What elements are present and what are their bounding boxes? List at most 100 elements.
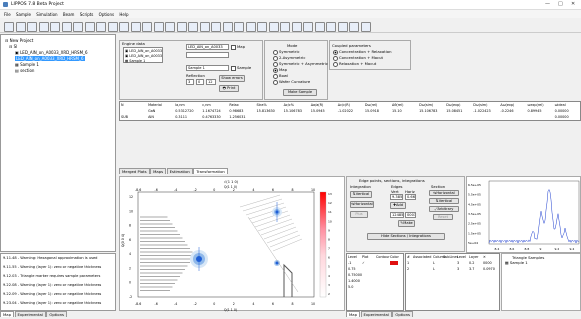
- radio-icon[interactable]: [333, 49, 338, 55]
- table-cell[interactable]: 5.0: [348, 285, 353, 289]
- table-cell[interactable]: -1.022423: [473, 109, 490, 113]
- file-item[interactable]: ▣ LED_AlN_on_A0033: [125, 49, 162, 53]
- mode-option[interactable]: Symmetric + Asymmetric: [273, 61, 328, 67]
- vert-input[interactable]: 9.385: [390, 194, 403, 200]
- file-list[interactable]: ▣ LED_AlN_on_A0033 ▣ LED_AlN_on_A0033 ▦ …: [123, 47, 163, 63]
- mode-option[interactable]: Bowl: [273, 73, 288, 79]
- open-icon[interactable]: [15, 22, 26, 32]
- table-cell[interactable]: ✓: [362, 261, 365, 265]
- table-cell[interactable]: 0.00000: [555, 115, 569, 119]
- radio-icon[interactable]: [273, 49, 278, 55]
- column-header[interactable]: Level: [457, 255, 466, 259]
- table-cell[interactable]: 15.106783: [284, 109, 302, 113]
- info-icon[interactable]: [349, 22, 359, 32]
- table-cell[interactable]: -1.02022: [338, 109, 353, 113]
- radio-icon[interactable]: [273, 73, 278, 79]
- radio-icon[interactable]: [273, 79, 278, 85]
- horizontal-section-button[interactable]: ⇆Horizontal: [429, 190, 459, 196]
- show-errors-button[interactable]: Show errors: [219, 75, 245, 82]
- table-cell[interactable]: SUB: [121, 115, 128, 119]
- hide-sections-button[interactable]: Hide Sections / Integrations: [367, 233, 445, 240]
- coupled-option[interactable]: Relaxation + Mocut: [333, 61, 376, 67]
- plus-button[interactable]: Plus: [350, 211, 368, 218]
- menu-help[interactable]: Help: [119, 12, 128, 17]
- copy-icon[interactable]: [61, 22, 72, 32]
- sample-checkbox[interactable]: Sample: [231, 65, 251, 71]
- table-cell[interactable]: 1.4000: [348, 279, 360, 283]
- column-header[interactable]: Δc/c%: [284, 103, 294, 107]
- table-cell[interactable]: 0.00000: [555, 109, 569, 113]
- table-cell[interactable]: 0.98683: [229, 109, 243, 113]
- table-cell[interactable]: 0.3111: [175, 115, 187, 119]
- save-icon[interactable]: [27, 22, 37, 32]
- table-cell[interactable]: 15.0918: [365, 109, 379, 113]
- table-cell[interactable]: 3.7: [469, 267, 474, 271]
- redo-icon[interactable]: [107, 22, 118, 32]
- column-header[interactable]: Plot: [362, 255, 368, 259]
- tab-experimental[interactable]: Experimental: [360, 311, 392, 317]
- menu-file[interactable]: File: [4, 12, 11, 17]
- radio-icon[interactable]: [273, 55, 278, 61]
- column-header[interactable]: la,nm: [175, 103, 185, 107]
- column-header[interactable]: Color: [390, 255, 399, 259]
- sim-icon[interactable]: [188, 22, 198, 32]
- column-header[interactable]: Dω(sim): [419, 103, 433, 107]
- make-sample-button[interactable]: Make Sample: [283, 89, 317, 96]
- tab-options[interactable]: Options: [46, 311, 67, 317]
- tree-item[interactable]: ▤ section: [15, 68, 34, 73]
- table-cell[interactable]: 0.4763330: [202, 115, 220, 119]
- column-header[interactable]: Level: [348, 255, 357, 259]
- reflection-k[interactable]: 0: [196, 79, 204, 85]
- file-item[interactable]: ▦ Sample 1: [125, 59, 145, 63]
- cut-icon[interactable]: [73, 22, 83, 32]
- table-cell[interactable]: 0000: [483, 261, 492, 265]
- color-swatch[interactable]: [390, 261, 398, 265]
- table-cell[interactable]: 1.1674724: [202, 109, 220, 113]
- add-button[interactable]: ✚Add: [390, 202, 406, 209]
- tab-map[interactable]: Map: [346, 311, 361, 317]
- tab-merged-plots[interactable]: Merged Plots: [119, 168, 150, 174]
- settings-icon[interactable]: [211, 22, 221, 32]
- mode-option[interactable]: 2-Asymmetric: [273, 55, 305, 61]
- column-header[interactable]: Dω(sim): [473, 103, 487, 107]
- table-cell[interactable]: 3: [457, 261, 459, 265]
- import-icon[interactable]: [245, 22, 256, 32]
- window-icon[interactable]: [360, 22, 371, 32]
- reset-button[interactable]: Reset: [433, 214, 453, 220]
- table-cell[interactable]: L: [433, 267, 435, 271]
- close-button[interactable]: ✕: [571, 1, 575, 7]
- triangle-icon[interactable]: [303, 22, 313, 32]
- column-header[interactable]: SubLines: [443, 255, 458, 259]
- reciprocal-space-map[interactable]: √(1 1 0) -8.6-8.6-6-6-4-4-2-200224466881…: [120, 177, 346, 312]
- reflection-l[interactable]: 12: [206, 79, 216, 85]
- table-cell[interactable]: 15.08451: [446, 109, 462, 113]
- tab-estimation[interactable]: Estimation: [166, 168, 193, 174]
- table-cell[interactable]: 0.75000: [348, 273, 362, 277]
- tree-root[interactable]: ⊟ New Project: [5, 38, 33, 43]
- menu-sample[interactable]: Sample: [16, 12, 31, 17]
- tree-item[interactable]: ▣ LED_AlN_on_A0033_XRD_HRSM_6: [15, 50, 88, 55]
- tree-item-selected[interactable]: LED_AlN_on_A0033_XRD_HRSM_6: [15, 56, 85, 61]
- section-plot[interactable]: 8.4 8.6 8.8 9 9.2 9.4 6.5e+05 5.5e+05 4.5e+05 3.…: [467, 177, 581, 254]
- layer-icon[interactable]: [257, 22, 267, 32]
- undo-icon[interactable]: [96, 22, 106, 32]
- table-cell[interactable]: 0.89945: [528, 109, 542, 113]
- chart-icon[interactable]: [165, 22, 175, 32]
- tree-group[interactable]: ⊟ Sl: [9, 44, 17, 49]
- print-icon[interactable]: [50, 22, 60, 32]
- radio-icon[interactable]: [273, 61, 278, 67]
- column-header[interactable]: Dω(rel): [365, 103, 377, 107]
- table-cell[interactable]: 15.106783: [419, 109, 437, 113]
- arbitrary-section-button[interactable]: ⤢Arbitrary: [429, 206, 459, 212]
- horizontal-integration-button[interactable]: ⇆Horizontal: [350, 201, 374, 208]
- table-cell[interactable]: 0.0970: [483, 267, 495, 271]
- tab-transformation[interactable]: Transformation: [193, 168, 228, 174]
- column-header[interactable]: Δω(exp): [500, 103, 514, 107]
- radio-icon[interactable]: [333, 61, 338, 67]
- print-button[interactable]: 🖶 Print: [219, 85, 239, 92]
- zoom-icon[interactable]: [130, 22, 141, 32]
- map-file-input[interactable]: LED_AlN_on_A0033: [186, 44, 229, 50]
- column-header[interactable]: Contour: [376, 255, 390, 259]
- map-file-input-2[interactable]: [186, 52, 229, 58]
- table-cell[interactable]: -0.2246: [500, 109, 513, 113]
